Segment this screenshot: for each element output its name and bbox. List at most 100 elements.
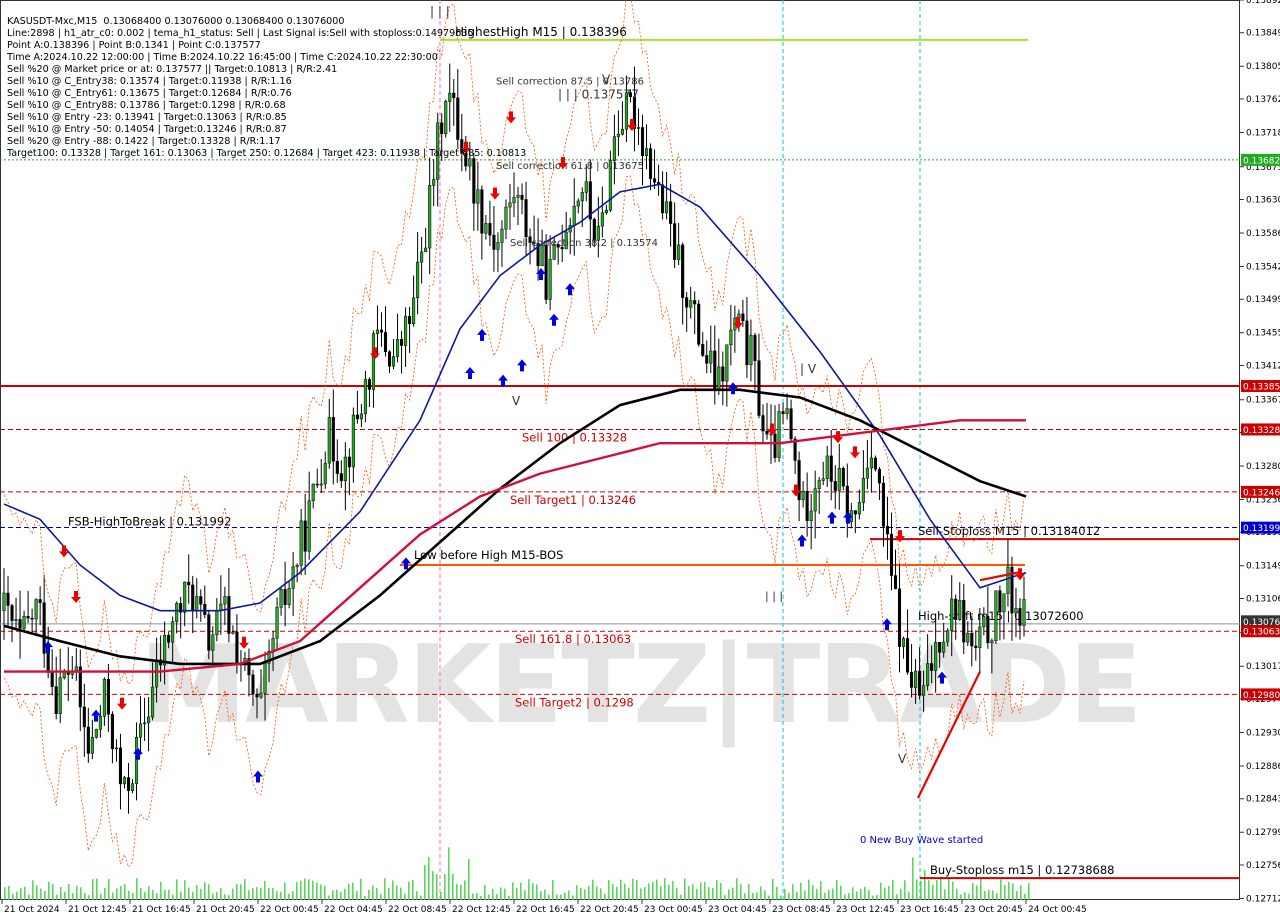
candle-body	[725, 344, 729, 382]
volume-bar	[824, 892, 826, 900]
volume-bar	[444, 874, 446, 900]
volume-bar	[592, 879, 594, 900]
volume-bar	[564, 892, 566, 900]
volume-bar	[772, 878, 774, 900]
candle-body	[311, 483, 315, 501]
volume-bar	[812, 885, 814, 900]
chart-annotation: 0 New Buy Wave started	[860, 835, 983, 846]
candle-body	[408, 315, 412, 325]
y-tick-label: 0.13718	[1246, 128, 1280, 138]
candle-body	[837, 468, 841, 491]
candle-body	[424, 247, 428, 253]
candle-body	[343, 456, 347, 482]
volume-bar	[736, 878, 738, 900]
volume-bar	[664, 878, 666, 900]
candle-body	[817, 480, 821, 489]
volume-bar	[400, 887, 402, 900]
volume-bar	[788, 892, 790, 900]
candle-body	[512, 197, 516, 204]
candle-body	[797, 460, 801, 501]
chart-annotation: V	[898, 752, 907, 766]
volume-bar	[728, 889, 730, 900]
volume-bar	[972, 882, 974, 900]
volume-bar	[776, 886, 778, 900]
candle-body	[709, 350, 713, 364]
volume-bar	[960, 894, 962, 900]
volume-bar	[136, 878, 138, 900]
volume-bar	[176, 879, 178, 900]
volume-bar	[708, 886, 710, 900]
x-tick-label: 23 Oct 16:45	[900, 905, 959, 915]
candle-body	[612, 136, 616, 161]
candle-body	[22, 615, 26, 629]
volume-bar	[984, 891, 986, 900]
candle-body	[974, 645, 978, 648]
info-line-11: Target100: 0.13328 | Target 161: 0.13063…	[7, 148, 527, 159]
volume-bar	[612, 884, 614, 900]
candle-body	[271, 637, 275, 652]
volume-bar	[112, 892, 114, 900]
candle-body	[307, 500, 311, 552]
volume-bar	[488, 894, 490, 900]
y-tick-label: 0.13499	[1246, 295, 1280, 305]
volume-bar	[272, 888, 274, 900]
candle-body	[187, 581, 191, 586]
volume-bar	[436, 874, 438, 900]
candle-body	[30, 617, 34, 620]
y-tick-label: 0.13892	[1246, 0, 1280, 6]
volume-bar	[724, 895, 726, 900]
volume-bar	[200, 888, 202, 900]
price-badge-label: 0.13063	[1243, 628, 1280, 638]
price-badge-label: 0.13385	[1243, 383, 1280, 393]
volume-bar	[1008, 881, 1010, 900]
volume-bar	[836, 879, 838, 900]
volume-bar	[520, 882, 522, 900]
volume-bar	[408, 881, 410, 900]
volume-bar	[40, 888, 42, 900]
volume-bar	[452, 873, 454, 900]
candle-body	[813, 488, 817, 512]
candle-body	[315, 483, 319, 486]
volume-bar	[936, 880, 938, 900]
x-tick-label: 22 Oct 08:45	[388, 905, 447, 915]
candle-body	[893, 575, 898, 590]
volume-bar	[448, 847, 450, 900]
volume-bar	[252, 888, 254, 900]
candle-body	[970, 632, 974, 647]
volume-bar	[700, 882, 702, 900]
x-tick-label: 22 Oct 04:45	[324, 905, 383, 915]
volume-bar	[120, 886, 122, 900]
candle-body	[544, 244, 548, 300]
volume-bar	[80, 887, 82, 900]
volume-bar	[816, 888, 818, 900]
candle-body	[10, 605, 14, 621]
info-line-1: Line:2898 | h1_atr_c0: 0.002 | tema_h1_s…	[7, 28, 474, 39]
candle-body	[90, 737, 94, 754]
candle-body	[942, 641, 946, 653]
candle-body	[841, 468, 845, 487]
candle-body	[717, 366, 721, 391]
volume-bar	[780, 895, 782, 900]
volume-bar	[316, 882, 318, 900]
x-tick-label: 22 Oct 16:45	[516, 905, 575, 915]
volume-bar	[656, 879, 658, 900]
volume-bar	[792, 884, 794, 900]
candle-body	[46, 653, 50, 673]
level-label: Sell 161.8 | 0.13063	[515, 632, 631, 646]
volume-bar	[276, 891, 278, 900]
volume-bar	[904, 880, 906, 900]
volume-bar	[300, 880, 302, 900]
volume-bar	[840, 885, 842, 900]
candle-body	[500, 228, 504, 243]
volume-bar	[620, 879, 622, 900]
volume-bar	[356, 891, 358, 900]
volume-bar	[964, 892, 966, 900]
candle-body	[693, 300, 697, 305]
chart-annotation: | | |	[765, 589, 783, 602]
volume-bar	[504, 888, 506, 900]
candle-body	[853, 510, 857, 515]
candle-body	[781, 411, 785, 414]
volume-bar	[324, 886, 326, 900]
candle-body	[998, 590, 1002, 613]
volume-bar	[284, 882, 286, 900]
